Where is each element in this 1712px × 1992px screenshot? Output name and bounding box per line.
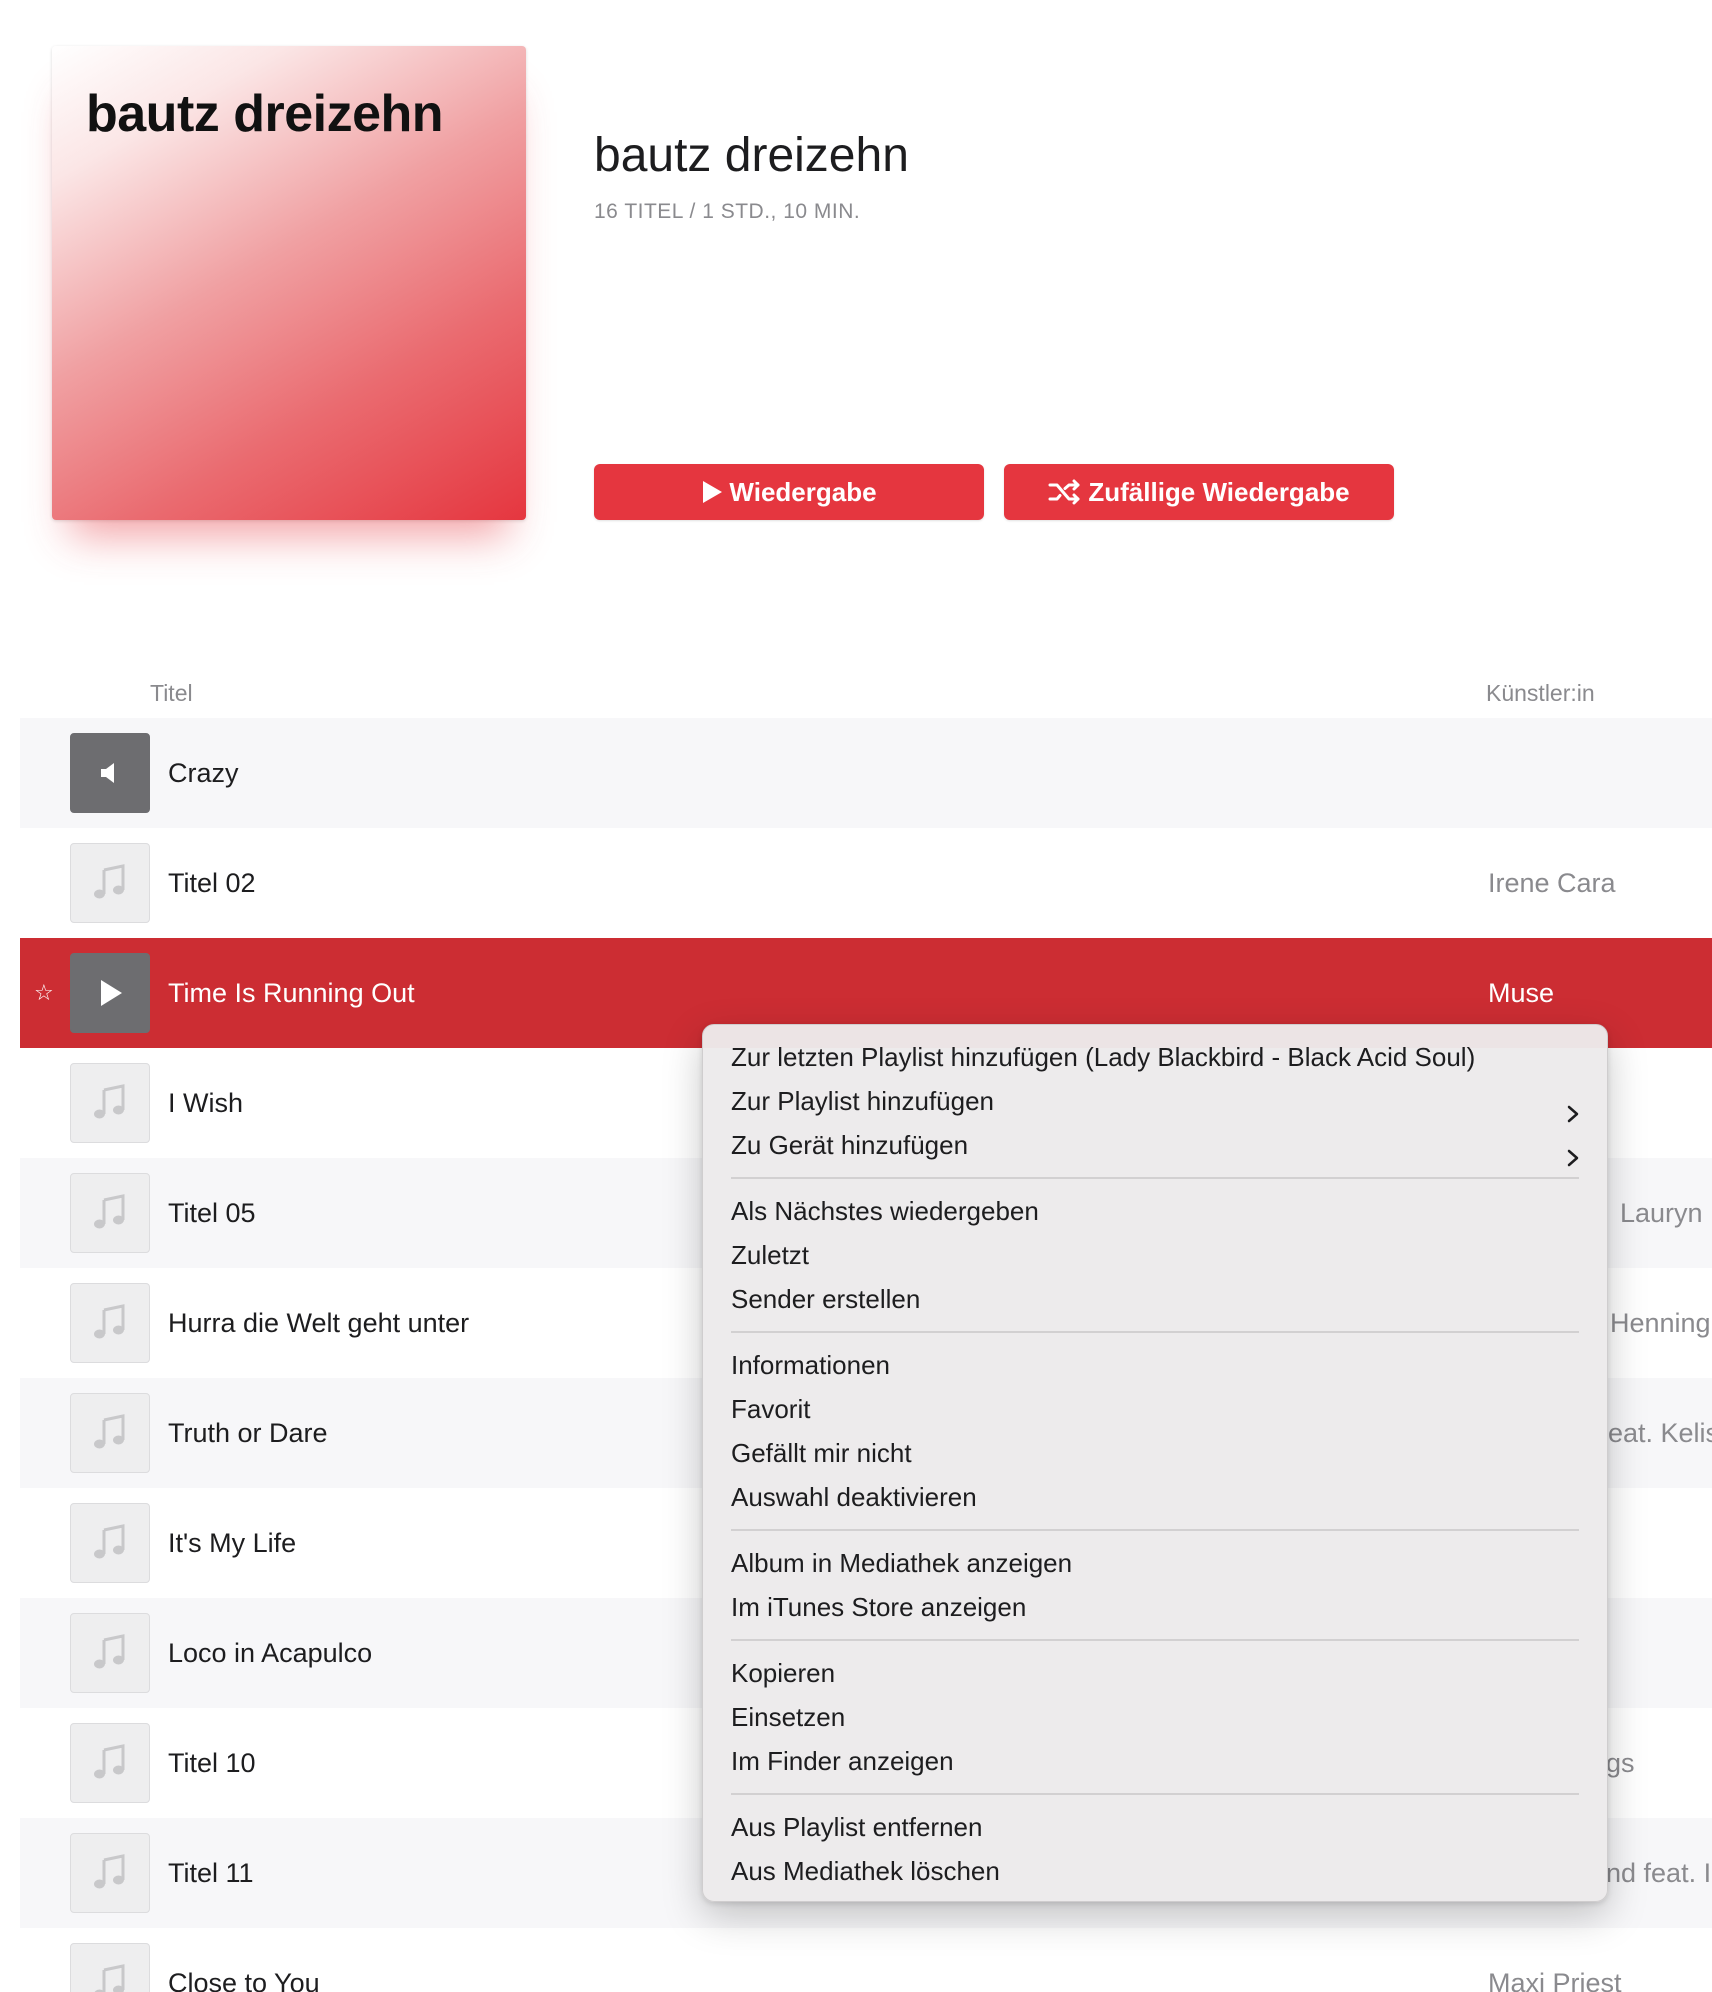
menu-item-label: Zu Gerät hinzufügen <box>731 1130 969 1160</box>
play-icon <box>701 480 723 504</box>
menu-item-remove-from-playlist[interactable]: Aus Playlist entfernen <box>703 1805 1607 1849</box>
play-icon[interactable] <box>70 953 150 1033</box>
track-title: Loco in Acapulco <box>168 1638 373 1668</box>
menu-item-paste[interactable]: Einsetzen <box>703 1695 1607 1739</box>
music-note-icon <box>70 1613 150 1693</box>
table-row[interactable]: Titel 02 Irene Cara <box>20 828 1712 938</box>
menu-item-show-in-itunes-store[interactable]: Im iTunes Store anzeigen <box>703 1585 1607 1629</box>
menu-item-dislike[interactable]: Gefällt mir nicht <box>703 1431 1607 1475</box>
menu-item-label: Zur Playlist hinzufügen <box>731 1086 995 1116</box>
track-title: I Wish <box>168 1088 244 1118</box>
track-artist: nd feat. I <box>1606 1858 1712 1888</box>
menu-item-show-album-in-library[interactable]: Album in Mediathek anzeigen <box>703 1541 1607 1585</box>
music-note-icon <box>70 1503 150 1583</box>
track-title: Crazy <box>168 758 239 788</box>
playlist-title: bautz dreizehn <box>594 129 909 182</box>
speaker-icon <box>70 733 150 813</box>
music-note-icon <box>70 1833 150 1913</box>
track-title: Truth or Dare <box>168 1418 328 1448</box>
shuffle-button[interactable]: Zufällige Wiedergabe <box>1004 464 1394 520</box>
menu-item-add-to-last-playlist[interactable]: Zur letzten Playlist hinzufügen (Lady Bl… <box>703 1035 1607 1079</box>
menu-item-favorite[interactable]: Favorit <box>703 1387 1607 1431</box>
music-note-icon <box>70 1943 150 1992</box>
track-title: Time Is Running Out <box>168 978 415 1008</box>
play-button[interactable]: Wiedergabe <box>594 464 984 520</box>
track-artist: gs <box>1606 1748 1635 1778</box>
menu-item-info[interactable]: Informationen <box>703 1343 1607 1387</box>
track-artist: Irene Cara <box>1488 868 1616 898</box>
track-artist: Henning <box>1610 1308 1711 1338</box>
table-row[interactable]: Crazy <box>20 718 1712 828</box>
music-note-icon <box>70 843 150 923</box>
menu-separator <box>731 1177 1579 1179</box>
track-title: Titel 05 <box>168 1198 256 1228</box>
menu-item-delete-from-library[interactable]: Aus Mediathek löschen <box>703 1849 1607 1893</box>
track-title: Titel 11 <box>168 1858 254 1888</box>
track-artist: Lauryn H <box>1620 1198 1712 1228</box>
track-title: Titel 10 <box>168 1748 256 1778</box>
music-note-icon <box>70 1723 150 1803</box>
shuffle-icon <box>1048 479 1082 505</box>
menu-item-add-to-playlist[interactable]: Zur Playlist hinzufügen <box>703 1079 1607 1123</box>
track-title: Titel 02 <box>168 868 256 898</box>
menu-item-add-to-device[interactable]: Zu Gerät hinzufügen <box>703 1123 1607 1167</box>
menu-separator <box>731 1529 1579 1531</box>
track-artist: Maxi Priest <box>1488 1968 1622 1992</box>
menu-item-show-in-finder[interactable]: Im Finder anzeigen <box>703 1739 1607 1783</box>
menu-item-uncheck-selection[interactable]: Auswahl deaktivieren <box>703 1475 1607 1519</box>
menu-item-play-last[interactable]: Zuletzt <box>703 1233 1607 1277</box>
column-header-artist[interactable]: Künstler:in <box>1486 680 1595 707</box>
star-icon[interactable]: ☆ <box>34 938 54 1048</box>
artwork-title: bautz dreizehn <box>86 85 444 143</box>
chevron-right-icon <box>1567 1136 1579 1180</box>
track-artist: eat. Kelis <box>1608 1418 1712 1448</box>
play-button-label: Wiedergabe <box>729 476 877 507</box>
playlist-artwork[interactable]: bautz dreizehn <box>52 46 526 520</box>
menu-separator <box>731 1331 1579 1333</box>
track-title: Close to You <box>168 1968 320 1992</box>
track-title: It's My Life <box>168 1528 297 1558</box>
track-title: Hurra die Welt geht unter <box>168 1308 470 1338</box>
shuffle-button-label: Zufällige Wiedergabe <box>1088 476 1350 507</box>
column-header-title[interactable]: Titel <box>150 680 193 707</box>
music-note-icon <box>70 1063 150 1143</box>
context-menu: Zur letzten Playlist hinzufügen (Lady Bl… <box>702 1024 1608 1902</box>
music-note-icon <box>70 1393 150 1473</box>
menu-separator <box>731 1793 1579 1795</box>
music-note-icon <box>70 1173 150 1253</box>
playlist-meta: 16 TITEL / 1 STD., 10 MIN. <box>594 200 861 223</box>
music-note-icon <box>70 1283 150 1363</box>
menu-separator <box>731 1639 1579 1641</box>
menu-item-copy[interactable]: Kopieren <box>703 1651 1607 1695</box>
table-row[interactable]: Close to You Maxi Priest <box>20 1928 1712 1992</box>
menu-item-play-next[interactable]: Als Nächstes wiedergeben <box>703 1189 1607 1233</box>
menu-item-create-station[interactable]: Sender erstellen <box>703 1277 1607 1321</box>
